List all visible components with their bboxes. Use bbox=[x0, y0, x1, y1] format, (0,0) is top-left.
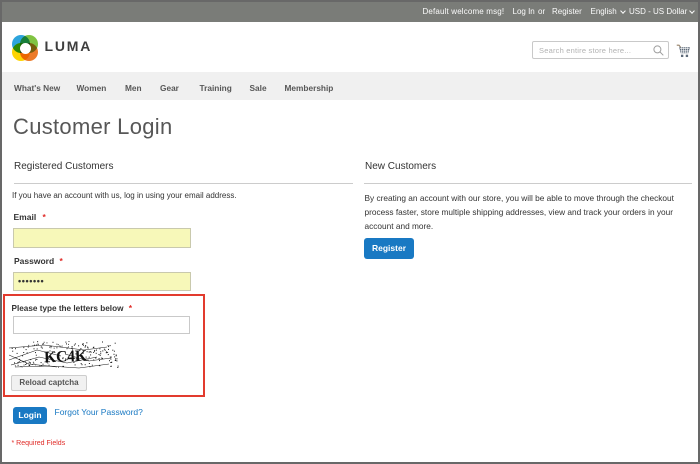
svg-text:KC4K: KC4K bbox=[44, 348, 88, 367]
